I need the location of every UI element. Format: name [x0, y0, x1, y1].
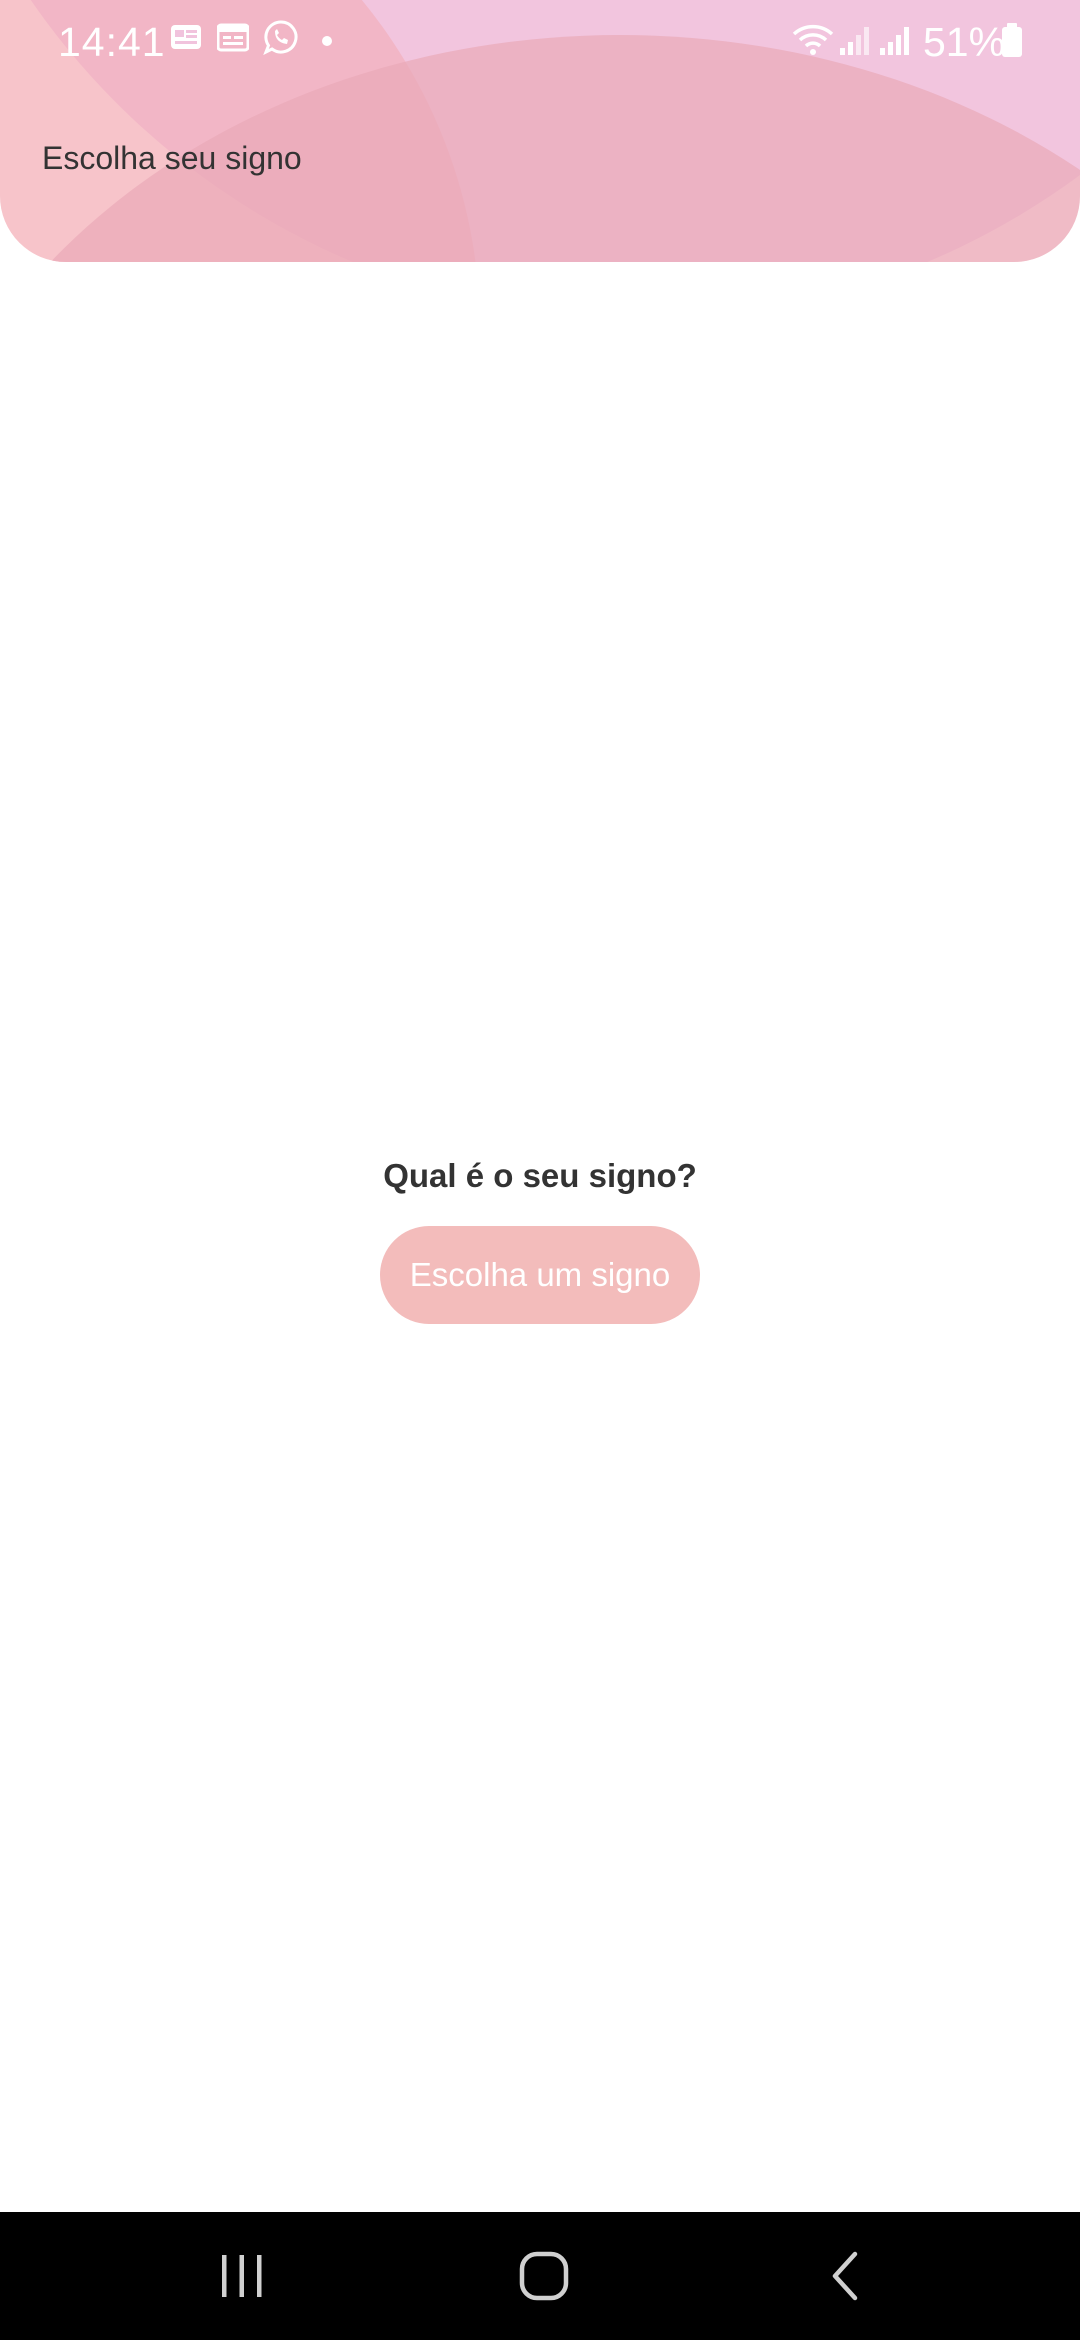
signal-icon [878, 24, 912, 61]
app-header: 14:41 51% Escolha seu signo [0, 0, 1080, 262]
battery-percentage: 51% [923, 19, 1006, 65]
home-icon [519, 2251, 569, 2301]
sign-question: Qual é o seu signo? [383, 1157, 697, 1194]
wifi-icon [792, 24, 834, 61]
signal-icon [838, 24, 872, 61]
calendar-icon [216, 22, 250, 57]
back-button[interactable] [786, 2236, 906, 2316]
whatsapp-icon [263, 19, 299, 60]
news-icon [170, 22, 202, 57]
battery-icon [1000, 22, 1024, 63]
recent-apps-button[interactable] [182, 2236, 302, 2316]
page-title: Escolha seu signo [42, 140, 302, 176]
back-icon [832, 2251, 858, 2301]
choose-sign-button[interactable]: Escolha um signo [380, 1226, 700, 1324]
navigation-bar [0, 2212, 1080, 2340]
status-bar: 14:41 51% [0, 0, 1080, 84]
home-button[interactable] [484, 2236, 604, 2316]
notification-dot-icon [321, 34, 333, 52]
recent-apps-icon [222, 2255, 262, 2297]
status-time: 14:41 [58, 19, 166, 65]
